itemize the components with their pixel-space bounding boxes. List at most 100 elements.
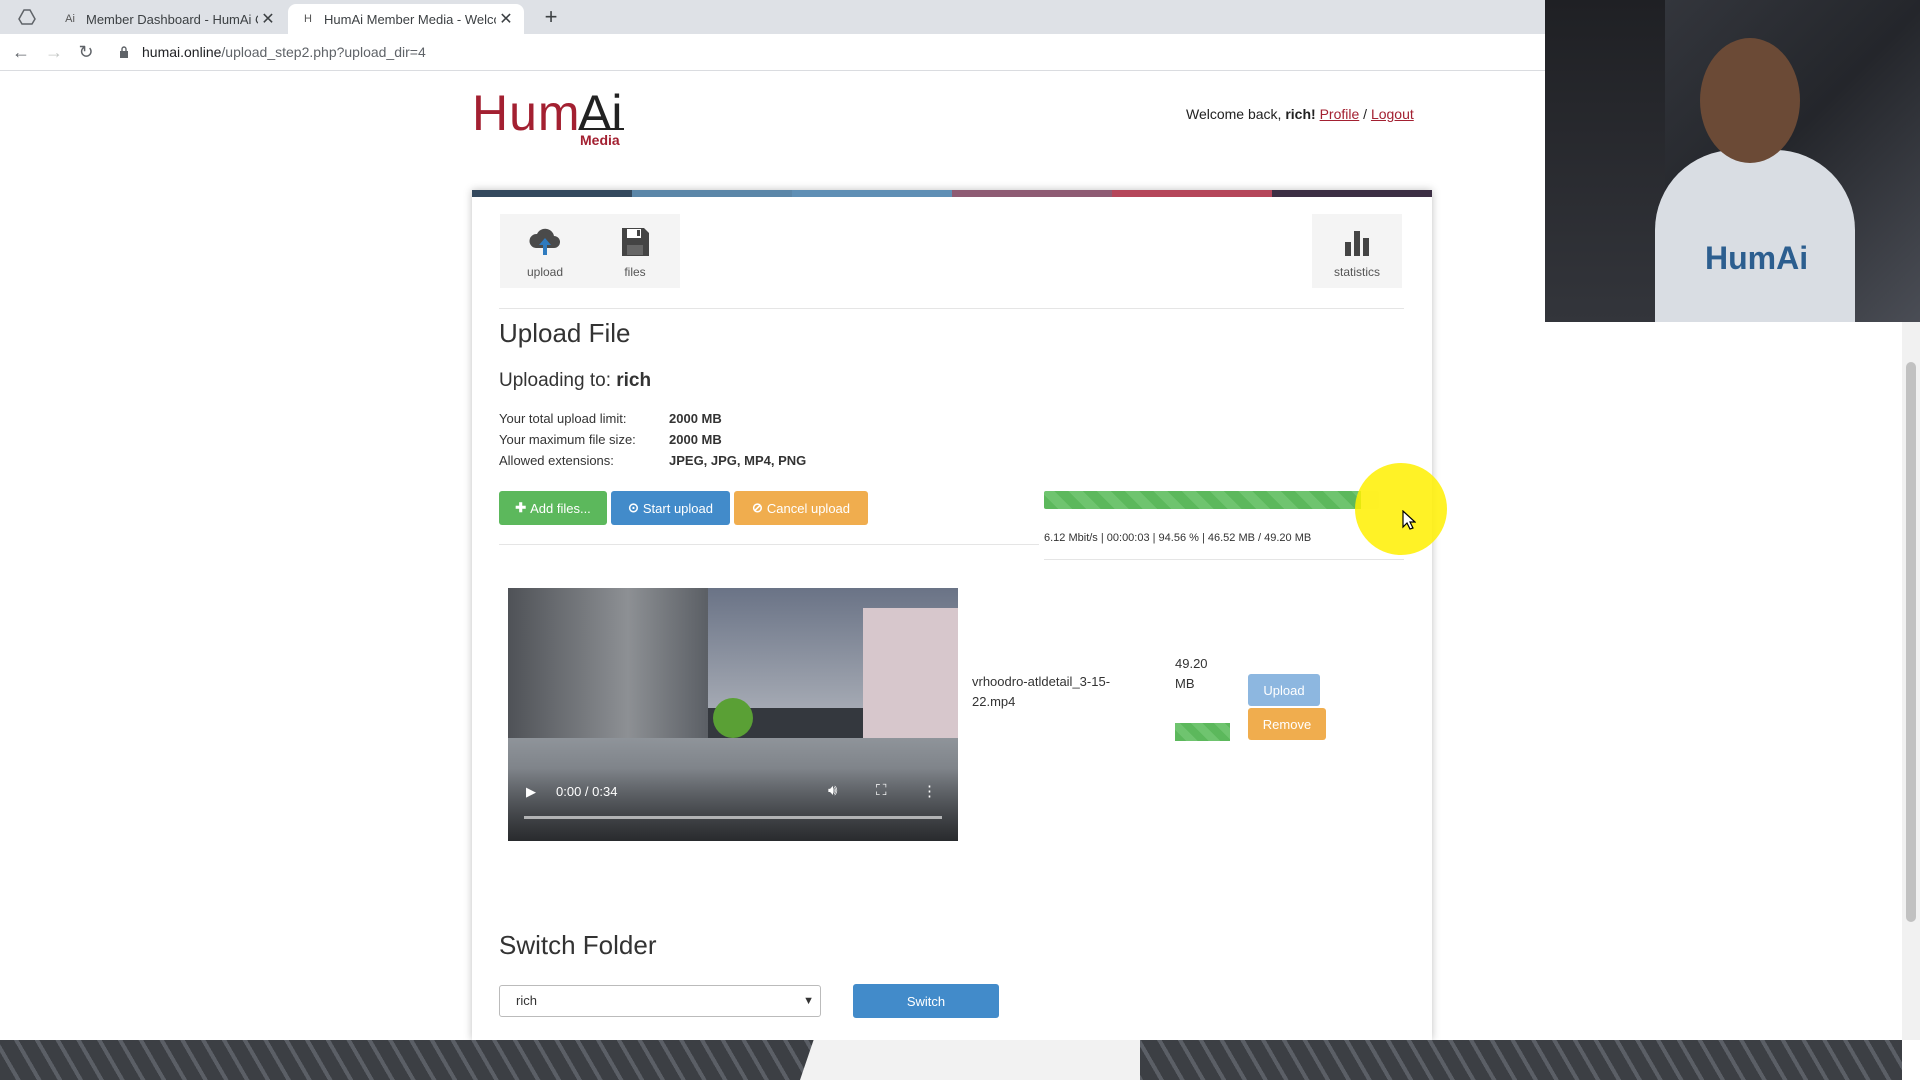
cloud-upload-icon <box>529 228 560 255</box>
logout-link[interactable]: Logout <box>1371 106 1414 122</box>
video-preview[interactable]: ▶ 0:00 / 0:34 🔊︎ ⛶ ⋮ <box>508 588 958 841</box>
humai-media-logo[interactable]: Hum Ai Media <box>472 84 624 150</box>
humai-favicon-icon: H <box>304 13 312 25</box>
cursor-highlight <box>1355 463 1447 555</box>
limit-value: 2000 MB <box>669 432 722 447</box>
scrollbar-thumb[interactable] <box>1906 362 1916 922</box>
browser-tab-member-dashboard[interactable]: Ai Member Dashboard - HumAi Clu ✕ <box>50 4 286 34</box>
close-tab-icon[interactable]: ✕ <box>496 9 516 29</box>
tab-title: HumAi Member Media - Welcom <box>324 11 496 27</box>
desktop-wallpaper-strip <box>0 1040 1902 1080</box>
logo-hum-text: Hum <box>472 85 581 141</box>
volume-icon[interactable]: 🔊︎ <box>828 782 837 799</box>
logo-underline <box>580 128 624 130</box>
upload-circle-icon: ⊙ <box>627 500 639 515</box>
new-tab-plus-icon[interactable]: + <box>538 4 564 30</box>
nav-upload[interactable]: upload <box>500 214 590 288</box>
tab-title: Member Dashboard - HumAi Clu <box>86 11 258 27</box>
uploading-to-folder: rich <box>616 370 652 391</box>
webcam-overlay: HumAi <box>1545 0 1920 322</box>
nav-statistics[interactable]: statistics <box>1312 214 1402 288</box>
page-scrollbar[interactable] <box>1902 322 1920 1040</box>
close-tab-icon[interactable]: ✕ <box>258 9 278 29</box>
upload-limits: Your total upload limit: 2000 MB Your max… <box>499 411 806 474</box>
page-title: Upload File <box>499 318 631 348</box>
ban-icon: ⊘ <box>751 500 763 515</box>
file-progress-bar <box>1175 723 1230 741</box>
browser-tab-member-media[interactable]: H HumAi Member Media - Welcom ✕ <box>288 4 524 34</box>
browser-tab-strip: Ai Member Dashboard - HumAi Clu ✕ H HumA… <box>0 0 1545 34</box>
limit-label: Your total upload limit: <box>499 411 627 426</box>
global-progress-fill <box>1044 491 1361 509</box>
play-icon[interactable]: ▶ <box>526 784 536 800</box>
webcam-background <box>1545 0 1665 322</box>
video-frame-tower <box>863 608 958 738</box>
address-bar[interactable]: humai.online/upload_step2.php?upload_dir… <box>142 44 426 60</box>
url-path: /upload_step2.php?upload_dir=4 <box>221 44 426 60</box>
link-separator: / <box>1363 106 1368 122</box>
upload-file-button[interactable]: Upload <box>1248 674 1320 706</box>
nav-files[interactable]: files <box>590 214 680 288</box>
switch-button-label: Switch <box>906 993 946 1009</box>
welcome-message: Welcome back, rich! Profile / Logout <box>1186 106 1414 122</box>
wallpaper-white-block <box>800 1040 1140 1080</box>
limit-row: Your total upload limit: 2000 MB <box>499 411 806 432</box>
video-seek-bar[interactable] <box>524 816 942 819</box>
welcome-username: rich! <box>1285 106 1316 122</box>
logo-media-text: Media <box>580 132 620 148</box>
main-panel: upload files statistics Upload File Uplo… <box>472 190 1432 1040</box>
bar-chart-icon <box>1345 231 1369 256</box>
upload-file-label: Upload <box>1263 682 1305 698</box>
limit-value: 2000 MB <box>669 411 722 426</box>
start-upload-button[interactable]: ⊙ Start upload <box>611 491 730 525</box>
nav-upload-label: upload <box>526 265 564 279</box>
back-arrow-icon[interactable]: ← <box>10 42 32 63</box>
google-drive-icon[interactable] <box>18 8 36 26</box>
video-frame-tree <box>713 698 753 738</box>
webcam-person-body <box>1655 150 1855 322</box>
url-host: humai.online <box>142 44 222 60</box>
limit-label: Your maximum file size: <box>499 432 636 447</box>
reload-icon[interactable]: ↻ <box>75 42 97 63</box>
video-controls <box>508 768 958 841</box>
global-progress-bar <box>1044 491 1379 509</box>
uploading-to: Uploading to: rich <box>499 370 651 392</box>
plus-icon: ✚ <box>515 500 527 515</box>
profile-link[interactable]: Profile <box>1320 106 1360 122</box>
mouse-cursor-icon <box>1402 510 1416 530</box>
file-size: 49.20 MB <box>1175 656 1208 691</box>
uploading-to-label: Uploading to: <box>499 370 611 391</box>
lock-icon[interactable] <box>119 46 129 58</box>
divider <box>499 544 1039 545</box>
switch-folder-button[interactable]: Switch <box>853 984 999 1018</box>
more-options-icon[interactable]: ⋮ <box>922 782 937 800</box>
folder-select-value: rich <box>516 993 537 1008</box>
webcam-person-head <box>1700 38 1800 163</box>
forward-arrow-icon[interactable]: → <box>43 42 65 63</box>
floppy-disk-icon <box>622 228 649 256</box>
browser-toolbar: ← → ↻ humai.online/upload_step2.php?uplo… <box>0 34 1545 71</box>
remove-file-button[interactable]: Remove <box>1248 708 1326 740</box>
fullscreen-icon[interactable]: ⛶ <box>876 782 887 799</box>
welcome-prefix: Welcome back, <box>1186 106 1282 122</box>
video-time: 0:00 / 0:34 <box>556 784 618 799</box>
nav-statistics-label: statistics <box>1333 265 1380 279</box>
color-stripe <box>472 190 1432 197</box>
switch-folder-title: Switch Folder <box>499 930 657 960</box>
add-files-button[interactable]: ✚ Add files... <box>499 491 607 525</box>
divider <box>499 308 1404 309</box>
nav-files-label: files <box>624 265 646 279</box>
limit-label: Allowed extensions: <box>499 453 614 468</box>
start-upload-label: Start upload <box>642 500 713 516</box>
folder-select[interactable]: rich ▼ <box>499 985 821 1017</box>
limit-row: Your maximum file size: 2000 MB <box>499 432 806 453</box>
limit-row: Allowed extensions: JPEG, JPG, MP4, PNG <box>499 453 806 474</box>
cancel-upload-label: Cancel upload <box>766 500 851 516</box>
webcam-shirt-logo: HumAi <box>1705 240 1809 276</box>
chevron-down-icon: ▼ <box>803 995 814 1007</box>
limit-value: JPEG, JPG, MP4, PNG <box>669 453 807 468</box>
cancel-upload-button[interactable]: ⊘ Cancel upload <box>734 491 868 525</box>
add-files-label: Add files... <box>530 500 591 516</box>
humai-favicon-icon: Ai <box>65 13 75 25</box>
remove-file-label: Remove <box>1262 716 1312 732</box>
